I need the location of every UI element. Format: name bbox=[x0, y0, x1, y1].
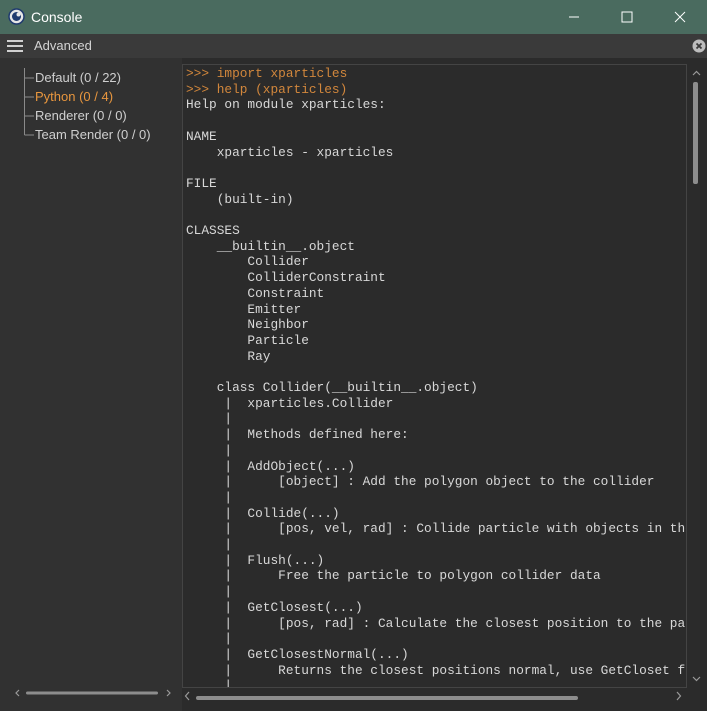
tree-item-renderer[interactable]: Renderer (0 / 0) bbox=[22, 106, 151, 125]
console-output-line: | Free the particle to polygon collider … bbox=[186, 568, 601, 584]
console-output-line: | bbox=[186, 411, 233, 427]
console-output-line: Collider bbox=[186, 254, 309, 270]
tree-item-team-render[interactable]: Team Render (0 / 0) bbox=[22, 125, 151, 144]
vertical-scroll-thumb[interactable] bbox=[693, 82, 698, 184]
scroll-up-icon[interactable] bbox=[692, 70, 701, 76]
console-output-line: | GetClosest(...) bbox=[186, 599, 363, 615]
close-button[interactable] bbox=[657, 0, 703, 34]
tree-item-label: Python (0 / 4) bbox=[35, 89, 114, 104]
minimize-icon bbox=[569, 16, 579, 18]
horizontal-scroll-thumb[interactable] bbox=[196, 696, 578, 700]
console-output-line: Neighbor bbox=[186, 317, 309, 333]
cinema4d-logo-icon bbox=[8, 8, 25, 25]
console-output-line: CLASSES bbox=[186, 223, 240, 238]
console-input-line: >>> import xparticles bbox=[186, 66, 348, 81]
console-output-line: | Methods defined here: bbox=[186, 427, 409, 443]
tree-branch-line bbox=[24, 68, 34, 87]
close-icon bbox=[674, 11, 686, 23]
console-output-line: (built-in) bbox=[186, 191, 294, 207]
maximize-icon bbox=[621, 11, 633, 23]
console-output-line: | [object] : Add the polygon object to t… bbox=[186, 474, 655, 490]
console-output[interactable]: >>> import xparticles >>> help (xparticle… bbox=[182, 64, 687, 688]
console-output-line: | Flush(...) bbox=[186, 552, 325, 568]
vertical-scrollbar[interactable] bbox=[688, 64, 706, 688]
tree-branch-line bbox=[24, 87, 34, 106]
console-output-line: | bbox=[186, 631, 233, 647]
console-output-line: FILE bbox=[186, 175, 217, 191]
console-output-line: | bbox=[186, 489, 233, 505]
console-output-line: | AddObject(...) bbox=[186, 458, 355, 474]
console-output-line: __builtin__.object bbox=[186, 238, 355, 254]
console-output-line: Constraint bbox=[186, 285, 325, 301]
scroll-down-icon[interactable] bbox=[692, 676, 701, 682]
title-bar: Console bbox=[0, 0, 707, 34]
maximize-button[interactable] bbox=[604, 0, 650, 34]
console-output-line: | [pos, vel, rad] : Collide particle wit… bbox=[186, 521, 687, 537]
horizontal-scrollbar[interactable] bbox=[182, 690, 688, 704]
console-input-line: >>> help (xparticles) bbox=[186, 81, 348, 97]
console-output-line: Help on module xparticles: bbox=[186, 97, 386, 113]
tree-branch-line bbox=[24, 106, 34, 125]
console-output-line: | [pos, rad] : Calculate the closest pos… bbox=[186, 615, 687, 631]
minimize-button[interactable] bbox=[551, 0, 597, 34]
scroll-left-icon[interactable] bbox=[184, 691, 190, 701]
console-output-line: NAME bbox=[186, 128, 217, 144]
console-tree: Default (0 / 22) Python (0 / 4) Renderer… bbox=[22, 68, 151, 144]
console-output-line: Particle bbox=[186, 332, 309, 348]
console-sidebar: Default (0 / 22) Python (0 / 4) Renderer… bbox=[0, 58, 182, 711]
clear-close-icon[interactable] bbox=[692, 39, 706, 53]
menu-bar: Advanced bbox=[0, 34, 707, 58]
console-output-line: | bbox=[186, 442, 233, 458]
console-output-line: | bbox=[186, 537, 233, 552]
console-output-line: Emitter bbox=[186, 301, 302, 317]
tree-item-default[interactable]: Default (0 / 22) bbox=[22, 68, 151, 87]
tree-item-label: Team Render (0 / 0) bbox=[35, 127, 151, 142]
tree-branch-line bbox=[24, 125, 34, 136]
console-output-line: | bbox=[186, 678, 233, 688]
console-output-line: Ray bbox=[186, 348, 271, 364]
console-output-line: class Collider(__builtin__.object) bbox=[186, 380, 478, 395]
hamburger-menu-icon[interactable] bbox=[7, 40, 23, 52]
console-output-line: | bbox=[186, 584, 233, 600]
scroll-right-icon[interactable] bbox=[676, 691, 682, 701]
console-output-line: ColliderConstraint bbox=[186, 270, 386, 286]
console-output-line: xparticles - xparticles bbox=[186, 144, 394, 160]
console-output-line: | xparticles.Collider bbox=[186, 395, 394, 411]
console-output-line: | Collide(...) bbox=[186, 505, 340, 521]
advanced-menu[interactable]: Advanced bbox=[34, 38, 92, 53]
console-output-line: | Returns the closest positions normal, … bbox=[186, 662, 687, 678]
tree-item-label: Renderer (0 / 0) bbox=[35, 108, 127, 123]
window-title: Console bbox=[31, 9, 83, 25]
sidebar-horizontal-scrollbar[interactable] bbox=[14, 688, 172, 698]
tree-item-label: Default (0 / 22) bbox=[35, 70, 121, 85]
tree-item-python[interactable]: Python (0 / 4) bbox=[22, 87, 151, 106]
console-output-line: | GetClosestNormal(...) bbox=[186, 646, 409, 662]
